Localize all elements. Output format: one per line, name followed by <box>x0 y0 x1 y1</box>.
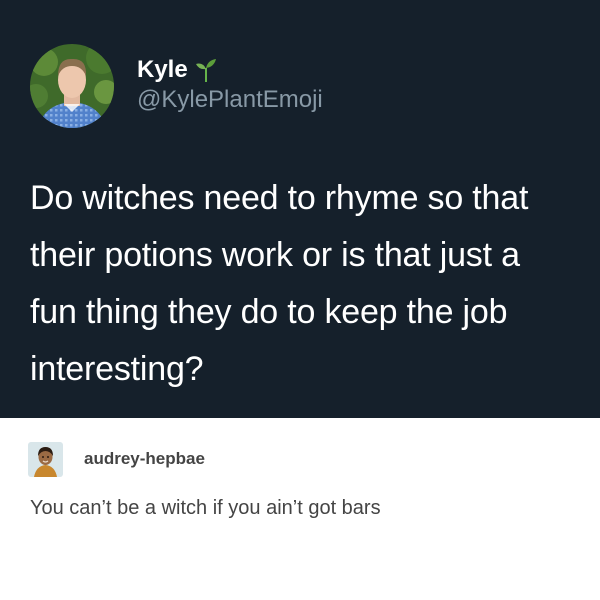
tweet-author-name[interactable]: Kyle <box>137 57 188 83</box>
reply-text: You can’t be a witch if you ain’t got ba… <box>30 497 381 519</box>
reply-username[interactable]: audrey-hepbae <box>84 448 205 470</box>
seedling-icon <box>195 58 217 82</box>
reply-card: audrey-hepbae You can’t be a witch if yo… <box>0 418 600 600</box>
tweet-text: Do witches need to rhyme so that their p… <box>30 179 529 388</box>
post-screenshot: Kyle @KylePlantEmoji Do witches need to … <box>0 0 600 600</box>
tweet-author-name-row: Kyle <box>137 57 217 83</box>
tweet-card: Kyle @KylePlantEmoji Do witches need to … <box>0 0 600 418</box>
tweet-author-handle[interactable]: @KylePlantEmoji <box>137 86 323 114</box>
reply-author-avatar[interactable] <box>28 442 63 477</box>
tweet-author-avatar[interactable] <box>30 44 114 128</box>
